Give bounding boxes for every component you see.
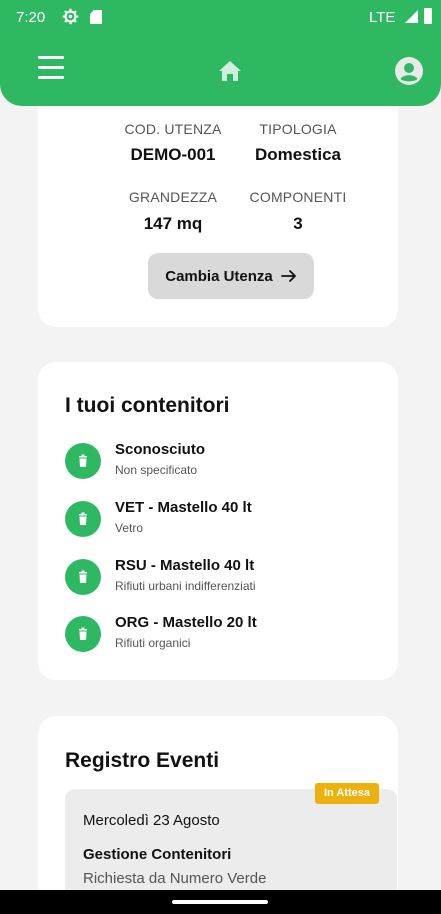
container-name: RSU - Mastello 40 lt xyxy=(115,557,255,574)
event-origin: Richiesta da Numero Verde xyxy=(83,870,267,887)
tipologia-label: TIPOLOGIA xyxy=(259,121,337,137)
home-gesture-handle[interactable] xyxy=(172,900,268,904)
events-card: Registro Eventi In Attesa Mercoledì 23 A… xyxy=(38,716,398,914)
user-info-card: COD. UTENZA DEMO-001 TIPOLOGIA Domestica… xyxy=(38,70,398,327)
system-nav-bar xyxy=(0,890,441,914)
trash-bin-icon xyxy=(65,443,101,479)
container-name: VET - Mastello 40 lt xyxy=(115,499,252,516)
tipologia-value: Domestica xyxy=(255,145,341,164)
containers-card: I tuoi contenitori Sconosciuto Non speci… xyxy=(38,362,398,680)
change-user-label: Cambia Utenza xyxy=(165,267,273,285)
app-screen: COD. UTENZA DEMO-001 TIPOLOGIA Domestica… xyxy=(0,0,441,914)
componenti-value: 3 xyxy=(293,214,303,233)
container-item[interactable]: RSU - Mastello 40 lt Rifiuti urbani indi… xyxy=(65,557,385,603)
sd-card-icon xyxy=(90,10,102,24)
container-item[interactable]: Sconosciuto Non specificato xyxy=(65,441,385,487)
container-description: Rifiuti organici xyxy=(115,636,191,650)
grandezza-label: GRANDEZZA xyxy=(128,189,218,205)
app-bar xyxy=(0,36,441,106)
componenti-label: COMPONENTI xyxy=(249,189,347,205)
status-time: 7:20 xyxy=(16,9,46,26)
battery-icon xyxy=(424,8,432,24)
change-user-button[interactable]: Cambia Utenza xyxy=(148,253,314,299)
status-badge: In Attesa xyxy=(314,783,379,804)
container-description: Rifiuti urbani indifferenziati xyxy=(115,579,256,593)
container-description: Vetro xyxy=(115,521,144,535)
trash-bin-icon xyxy=(65,616,101,652)
menu-icon[interactable] xyxy=(38,56,64,80)
event-date: Mercoledì 23 Agosto xyxy=(83,812,220,829)
container-item[interactable]: VET - Mastello 40 lt Vetro xyxy=(65,499,385,545)
home-icon[interactable] xyxy=(218,60,242,82)
app-header: 7:20 LTE xyxy=(0,0,441,106)
event-type: Gestione Contenitori xyxy=(83,846,232,863)
network-type: LTE xyxy=(369,9,396,26)
container-name: ORG - Mastello 20 lt xyxy=(115,614,257,631)
trash-bin-icon xyxy=(65,501,101,537)
containers-title: I tuoi contenitori xyxy=(65,394,230,417)
trash-bin-icon xyxy=(65,559,101,595)
account-icon[interactable] xyxy=(395,57,423,85)
grandezza-value: 147 mq xyxy=(143,214,203,233)
signal-icon xyxy=(405,10,418,23)
cod-utenza-value: DEMO-001 xyxy=(130,145,216,164)
arrow-right-icon xyxy=(280,270,296,282)
cod-utenza-label: COD. UTENZA xyxy=(124,121,222,137)
container-name: Sconosciuto xyxy=(115,441,206,458)
gear-icon xyxy=(62,8,79,25)
container-description: Non specificato xyxy=(115,463,198,477)
events-title: Registro Eventi xyxy=(65,749,220,772)
container-item[interactable]: ORG - Mastello 20 lt Rifiuti organici xyxy=(65,614,385,660)
status-bar: 7:20 LTE xyxy=(0,0,441,36)
